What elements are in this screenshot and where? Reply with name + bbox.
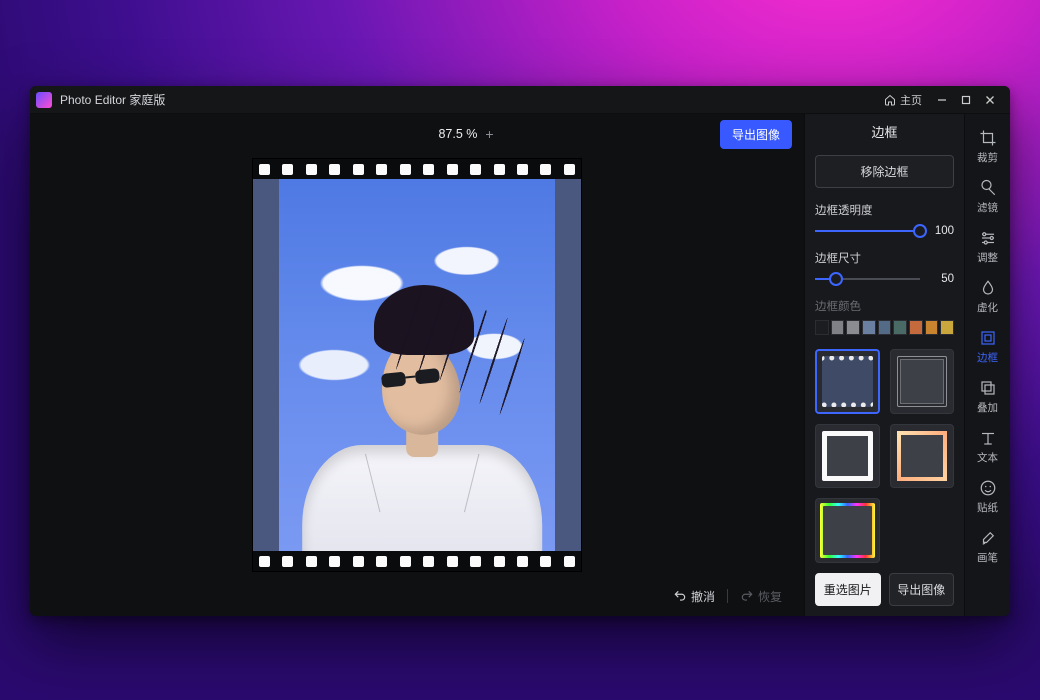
tool-text[interactable]: 文本 — [968, 424, 1008, 468]
app-icon — [36, 92, 52, 108]
tool-label: 贴纸 — [977, 500, 998, 515]
window-maximize-button[interactable] — [954, 90, 978, 110]
close-icon — [985, 95, 995, 105]
minimize-icon — [937, 95, 947, 105]
titlebar: Photo Editor 家庭版 主页 — [30, 86, 1010, 114]
filters-icon — [979, 179, 997, 197]
frame-preset-warm[interactable] — [890, 424, 955, 489]
options-footer: 重选图片 导出图像 — [815, 563, 954, 606]
frame-preset-film[interactable] — [815, 349, 880, 414]
size-control: 边框尺寸 50 — [815, 250, 954, 286]
film-sprockets-top — [253, 159, 581, 179]
color-label: 边框颜色 — [815, 298, 954, 314]
blur-icon — [979, 279, 997, 297]
home-label: 主页 — [900, 92, 922, 108]
tool-overlay[interactable]: 叠加 — [968, 374, 1008, 418]
color-swatch[interactable] — [940, 320, 954, 335]
color-swatch[interactable] — [846, 320, 860, 335]
frame-presets — [815, 349, 954, 563]
tool-label: 文本 — [977, 450, 998, 465]
film-margin-right — [555, 179, 581, 551]
frame-preset-rainbow[interactable] — [815, 498, 880, 563]
canvas-footer: 撤消 恢复 — [30, 576, 804, 616]
size-slider[interactable] — [815, 272, 920, 286]
color-swatch[interactable] — [862, 320, 876, 335]
opacity-slider[interactable] — [815, 224, 920, 238]
app-title: Photo Editor 家庭版 — [60, 91, 165, 108]
export-button-bottom[interactable]: 导出图像 — [889, 573, 955, 606]
film-margin-left — [253, 179, 279, 551]
image-with-frame[interactable] — [252, 158, 582, 572]
opacity-label: 边框透明度 — [815, 202, 954, 218]
photo-content — [279, 179, 555, 551]
color-swatch[interactable] — [909, 320, 923, 335]
zoom-indicator[interactable]: 87.5 % + — [438, 126, 493, 142]
color-swatch[interactable] — [831, 320, 845, 335]
window-close-button[interactable] — [978, 90, 1002, 110]
redo-icon — [740, 589, 754, 603]
divider — [727, 589, 728, 603]
tool-label: 虚化 — [977, 300, 998, 315]
color-swatch[interactable] — [925, 320, 939, 335]
color-swatches — [815, 320, 954, 335]
tool-sticker[interactable]: 贴纸 — [968, 474, 1008, 518]
canvas-area: 87.5 % + 导出图像 — [30, 114, 804, 616]
text-icon — [979, 429, 997, 447]
redo-button[interactable]: 恢复 — [734, 584, 788, 609]
undo-label: 撤消 — [691, 588, 715, 605]
tool-filters[interactable]: 滤镜 — [968, 174, 1008, 218]
sticker-icon — [979, 479, 997, 497]
tool-label: 画笔 — [977, 550, 998, 565]
color-swatch[interactable] — [893, 320, 907, 335]
tool-adjust[interactable]: 调整 — [968, 224, 1008, 268]
export-button-top[interactable]: 导出图像 — [720, 120, 792, 149]
home-button[interactable]: 主页 — [884, 92, 922, 108]
tool-label: 滤镜 — [977, 200, 998, 215]
maximize-icon — [961, 95, 971, 105]
brush-icon — [979, 529, 997, 547]
undo-icon — [673, 589, 687, 603]
adjust-icon — [979, 229, 997, 247]
frame-preset-thin[interactable] — [890, 349, 955, 414]
canvas-top-strip: 87.5 % + 导出图像 — [30, 114, 804, 154]
tool-crop[interactable]: 裁剪 — [968, 124, 1008, 168]
reselect-image-button[interactable]: 重选图片 — [815, 573, 881, 606]
crop-icon — [979, 129, 997, 147]
tool-blur[interactable]: 虚化 — [968, 274, 1008, 318]
frame-preset-thick[interactable] — [815, 424, 880, 489]
options-panel: 边框 移除边框 边框透明度 100 边框尺寸 — [804, 114, 964, 616]
zoom-plus-icon[interactable]: + — [485, 126, 493, 142]
opacity-value: 100 — [928, 225, 954, 237]
color-swatch[interactable] — [815, 320, 829, 335]
frame-icon — [979, 329, 997, 347]
overlay-icon — [979, 379, 997, 397]
size-value: 50 — [928, 273, 954, 285]
zoom-label: 87.5 % — [438, 127, 477, 141]
tool-brush[interactable]: 画笔 — [968, 524, 1008, 568]
tool-label: 调整 — [977, 250, 998, 265]
tool-label: 边框 — [977, 350, 998, 365]
tool-label: 裁剪 — [977, 150, 998, 165]
color-swatch[interactable] — [878, 320, 892, 335]
redo-label: 恢复 — [758, 588, 782, 605]
app-window: Photo Editor 家庭版 主页 87.5 % + 导出图像 — [30, 86, 1010, 616]
remove-frame-button[interactable]: 移除边框 — [815, 155, 954, 188]
home-icon — [884, 94, 896, 106]
size-label: 边框尺寸 — [815, 250, 954, 266]
undo-button[interactable]: 撤消 — [667, 584, 721, 609]
tool-label: 叠加 — [977, 400, 998, 415]
film-sprockets-bottom — [253, 551, 581, 571]
tool-frame[interactable]: 边框 — [968, 324, 1008, 368]
opacity-control: 边框透明度 100 — [815, 202, 954, 238]
window-minimize-button[interactable] — [930, 90, 954, 110]
tool-rail: 裁剪滤镜调整虚化边框叠加文本贴纸画笔 — [964, 114, 1010, 616]
options-title: 边框 — [815, 122, 954, 141]
canvas-viewport[interactable] — [30, 154, 804, 576]
